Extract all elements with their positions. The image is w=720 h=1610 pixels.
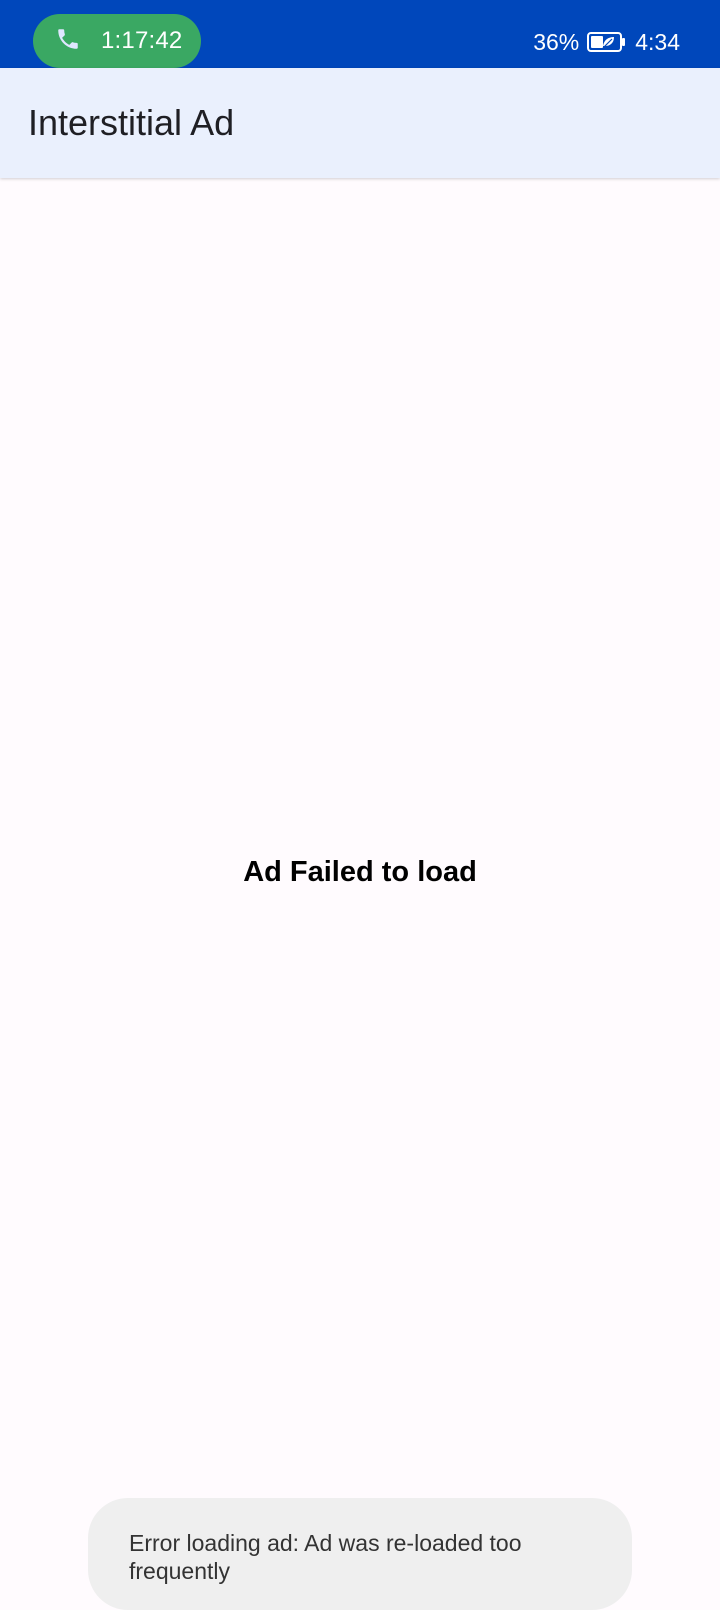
phone-icon xyxy=(55,26,81,57)
battery-saver-icon xyxy=(587,31,627,53)
status-bar: 1:17:42 36% 4:34 xyxy=(0,0,720,68)
app-bar: Interstitial Ad xyxy=(0,68,720,178)
call-timer: 1:17:42 xyxy=(101,27,183,54)
status-indicators: 36% 4:34 xyxy=(533,24,680,60)
error-toast: Error loading ad: Ad was re-loaded too f… xyxy=(88,1498,632,1610)
main-content: Ad Failed to load Error loading ad: Ad w… xyxy=(0,180,720,1610)
page-title: Interstitial Ad xyxy=(28,102,235,143)
battery-percent: 36% xyxy=(533,28,580,55)
clock: 4:34 xyxy=(635,28,680,55)
ad-status-message: Ad Failed to load xyxy=(243,856,477,888)
toast-message: Error loading ad: Ad was re-loaded too f… xyxy=(129,1530,522,1584)
ongoing-call-chip[interactable]: 1:17:42 xyxy=(33,14,201,68)
